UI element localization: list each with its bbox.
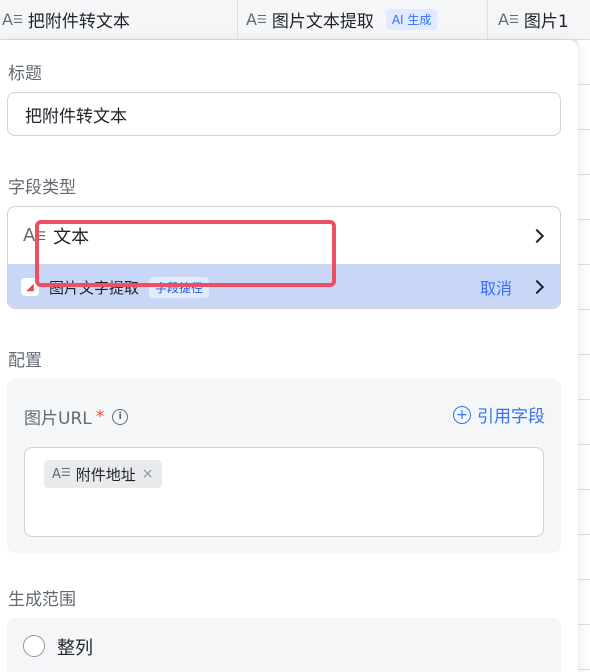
config-section-label: 配置 <box>8 351 42 371</box>
required-mark: * <box>95 406 105 427</box>
text-field-icon: A ☰ <box>23 224 46 246</box>
table-background-rows <box>578 40 590 672</box>
image-url-input[interactable]: A ☰ 附件地址 × <box>24 447 544 537</box>
field-type-selector: A ☰ 文本 ◢ 图片文字提取 字段捷径 取消 <box>7 206 561 309</box>
chip-label: 附件地址 <box>75 465 136 484</box>
column-header-attachment-to-text[interactable]: A ☰ 把附件转文本 <box>0 0 238 40</box>
text-field-icon: A ☰ <box>2 9 23 29</box>
field-reference-chip[interactable]: A ☰ 附件地址 × <box>44 460 162 488</box>
column-header-label: 图片文本提取 <box>271 12 374 32</box>
table-header: A ☰ 把附件转文本 A ☰ 图片文本提取 AI 生成 A ☰ 图片1 <box>0 0 590 40</box>
config-box: 图片URL * i + 引用字段 A ☰ 附件地址 × <box>7 379 561 553</box>
reference-field-label: 引用字段 <box>477 407 545 427</box>
title-input-value: 把附件转文本 <box>25 106 127 127</box>
field-shortcut-badge: 字段捷径 <box>149 276 210 298</box>
image-url-label: 图片URL * i <box>24 404 129 429</box>
range-section-label: 生成范围 <box>8 590 76 610</box>
column-header-label: 把附件转文本 <box>27 12 130 32</box>
range-options: 整列 <box>7 618 561 672</box>
image-url-label-text: 图片URL <box>24 409 92 429</box>
info-icon[interactable]: i <box>112 408 129 425</box>
radio-label-whole-column[interactable]: 整列 <box>57 634 93 660</box>
field-type-option-text[interactable]: A ☰ 文本 <box>8 207 560 264</box>
field-config-panel: 标题 把附件转文本 字段类型 A ☰ 文本 ◢ 图片文字提取 字段捷径 取消 配置… <box>0 40 578 672</box>
column-header-image1[interactable]: A ☰ 图片1 <box>488 0 590 40</box>
text-field-icon: A ☰ <box>246 9 267 29</box>
reference-field-button[interactable]: + 引用字段 <box>453 402 545 427</box>
plugin-icon: ◢ <box>21 278 39 296</box>
plus-circle-icon: + <box>453 405 471 424</box>
text-field-icon: A ☰ <box>52 465 71 482</box>
ai-generated-badge: AI 生成 <box>385 9 438 30</box>
app-root: A ☰ 把附件转文本 A ☰ 图片文本提取 AI 生成 A ☰ 图片1 标题 把附件转… <box>0 0 590 672</box>
column-header-image-text-extract[interactable]: A ☰ 图片文本提取 AI 生成 <box>238 0 488 40</box>
cancel-shortcut-button[interactable]: 取消 <box>480 275 512 299</box>
chevron-right-icon <box>529 228 545 243</box>
text-field-icon: A ☰ <box>498 9 519 29</box>
field-type-section-label: 字段类型 <box>8 178 76 198</box>
field-type-label: 文本 <box>53 226 90 248</box>
close-icon[interactable]: × <box>142 466 154 482</box>
chevron-right-icon[interactable] <box>529 279 545 295</box>
field-shortcut-row[interactable]: ◢ 图片文字提取 字段捷径 取消 <box>8 264 560 308</box>
shortcut-label: 图片文字提取 <box>49 278 140 297</box>
title-input[interactable]: 把附件转文本 <box>7 92 561 136</box>
title-section-label: 标题 <box>8 64 42 84</box>
column-header-label: 图片1 <box>523 12 569 32</box>
radio-whole-column[interactable] <box>23 635 45 657</box>
